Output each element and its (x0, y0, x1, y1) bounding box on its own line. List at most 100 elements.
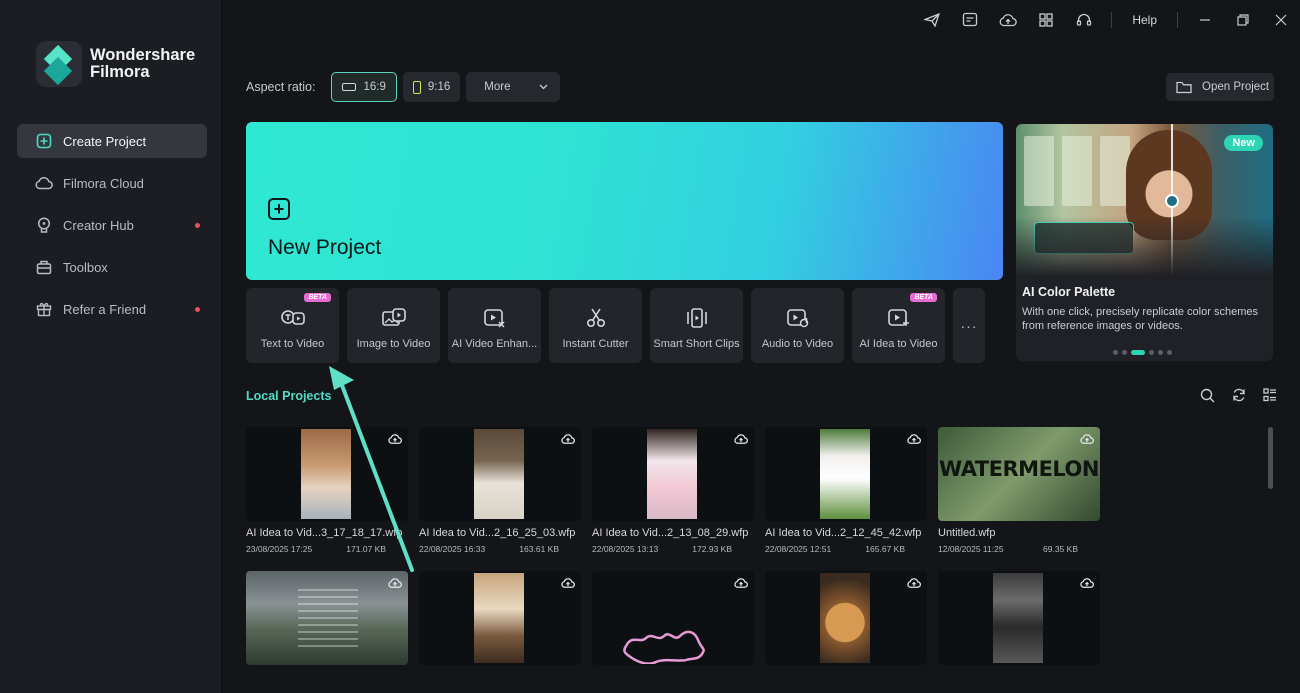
minimize-icon[interactable] (1186, 0, 1224, 40)
tool-audio-to-video[interactable]: Audio to Video (751, 288, 844, 363)
compare-slider-handle (1165, 194, 1179, 208)
cloud-upload-icon[interactable] (1080, 576, 1094, 594)
close-icon[interactable] (1262, 0, 1300, 40)
carousel-dot[interactable] (1122, 350, 1127, 355)
audio-to-video-icon (785, 306, 811, 330)
carousel-dots[interactable] (1113, 350, 1176, 355)
video-enhancer-icon (482, 306, 508, 330)
tool-label: Instant Cutter (562, 338, 629, 350)
project-name: AI Idea to Vid...2_12_45_42.wfp (765, 527, 922, 539)
cloud-upload-icon[interactable] (561, 432, 575, 450)
beta-badge: BETA (304, 293, 331, 302)
send-icon[interactable] (913, 0, 951, 40)
cloud-icon (35, 174, 53, 192)
new-project-button[interactable]: + New Project (246, 122, 1003, 280)
carousel-dot[interactable] (1113, 350, 1118, 355)
more-ratios-dropdown[interactable]: More (466, 72, 561, 102)
tool-text-to-video[interactable]: BETA Text to Video (246, 288, 339, 363)
new-project-label: New Project (268, 236, 382, 259)
cloud-upload-icon[interactable] (734, 432, 748, 450)
short-clips-icon (685, 306, 709, 330)
headset-icon[interactable] (1065, 0, 1103, 40)
cloud-upload-icon[interactable] (561, 576, 575, 594)
tool-label: AI Idea to Video (859, 338, 938, 350)
title-bar: Help (913, 0, 1300, 40)
notification-dot (195, 307, 200, 312)
sidebar-item-label: Toolbox (63, 259, 108, 275)
project-name: Untitled.wfp (938, 527, 996, 539)
tool-label: Text to Video (260, 338, 325, 350)
tool-instant-cutter[interactable]: Instant Cutter (549, 288, 642, 363)
refresh-icon[interactable] (1223, 388, 1254, 403)
restore-icon[interactable] (1224, 0, 1262, 40)
sidebar-item-creator-hub[interactable]: Creator Hub (17, 208, 207, 242)
cloud-upload-icon[interactable] (907, 576, 921, 594)
sidebar-item-toolbox[interactable]: Toolbox (17, 250, 207, 284)
bulb-icon (35, 216, 53, 234)
carousel-dot[interactable] (1158, 350, 1163, 355)
new-badge: New (1224, 135, 1263, 151)
toolbox-icon (35, 258, 53, 276)
list-view-icon[interactable] (1254, 388, 1285, 403)
cloud-upload-icon[interactable] (989, 0, 1027, 40)
project-date: 23/08/2025 17:25 (246, 544, 313, 554)
cloud-upload-icon[interactable] (388, 432, 402, 450)
plus-icon: + (268, 198, 290, 220)
carousel-dot-active[interactable] (1131, 350, 1145, 355)
sidebar-item-filmora-cloud[interactable]: Filmora Cloud (17, 166, 207, 200)
divider (1111, 12, 1113, 28)
tool-ai-video-enhancer[interactable]: AI Video Enhan... (448, 288, 541, 363)
portrait-icon (412, 80, 421, 94)
filmora-logo-icon (36, 41, 82, 87)
gift-icon (35, 300, 53, 318)
beta-badge: BETA (910, 293, 937, 302)
scrollbar[interactable] (1268, 427, 1273, 489)
cloud-upload-icon[interactable] (734, 576, 748, 594)
idea-to-video-icon (886, 306, 912, 330)
project-card[interactable]: AI Idea to Vid...2_13_08_29.wfp 22/08/20… (592, 427, 754, 554)
sidebar-item-label: Creator Hub (63, 217, 134, 233)
search-icon[interactable] (1192, 388, 1223, 403)
project-card[interactable]: AI Idea to Vid...2_12_45_42.wfp 22/08/20… (765, 427, 927, 554)
tool-label: Smart Short Clips (653, 338, 740, 350)
open-project-button[interactable]: Open Project (1166, 73, 1274, 101)
tool-image-to-video[interactable]: Image to Video (347, 288, 440, 363)
sidebar-item-refer-a-friend[interactable]: Refer a Friend (17, 292, 207, 326)
carousel-dot[interactable] (1167, 350, 1172, 355)
project-thumbnail (765, 571, 927, 665)
ratio-label: 9:16 (427, 81, 451, 93)
project-card[interactable] (419, 571, 581, 665)
cloud-upload-icon[interactable] (907, 432, 921, 450)
project-card[interactable]: WATERMELON Untitled.wfp 12/08/2025 11:25… (938, 427, 1100, 554)
project-card[interactable]: AI Idea to Vid...3_17_18_17.wfp 23/08/20… (246, 427, 408, 554)
project-card[interactable] (938, 571, 1100, 665)
cloud-upload-icon[interactable] (388, 576, 402, 594)
more-tools-button[interactable]: ··· (953, 288, 985, 363)
promo-card[interactable]: New AI Color Palette With one click, pre… (1016, 124, 1273, 361)
tool-smart-short-clips[interactable]: Smart Short Clips (650, 288, 743, 363)
sidebar-item-create-project[interactable]: Create Project (17, 124, 207, 158)
project-card[interactable] (592, 571, 754, 665)
project-thumbnail (592, 571, 754, 665)
project-thumbnail: WATERMELON (938, 427, 1100, 521)
project-card[interactable]: AI Idea to Vid...2_16_25_03.wfp 22/08/20… (419, 427, 581, 554)
carousel-dot[interactable] (1149, 350, 1154, 355)
sidebar-item-label: Refer a Friend (63, 301, 147, 317)
project-thumbnail (419, 427, 581, 521)
message-icon[interactable] (951, 0, 989, 40)
ratio-16-9-button[interactable]: 16:9 (331, 72, 397, 102)
ratio-label: 16:9 (363, 81, 386, 93)
project-date: 22/08/2025 12:51 (765, 544, 832, 554)
help-menu[interactable]: Help (1120, 13, 1169, 27)
chevron-down-icon (539, 81, 548, 93)
aspect-ratio-label: Aspect ratio: (246, 80, 316, 94)
grid-icon[interactable] (1027, 0, 1065, 40)
project-card[interactable] (765, 571, 927, 665)
tool-ai-idea-to-video[interactable]: BETA AI Idea to Video (852, 288, 945, 363)
project-card[interactable] (246, 571, 408, 665)
cloud-upload-icon[interactable] (1080, 432, 1094, 450)
tool-label: Audio to Video (761, 338, 834, 350)
ratio-9-16-button[interactable]: 9:16 (402, 72, 461, 102)
more-label: More (484, 81, 511, 93)
scissors-icon (585, 306, 607, 330)
